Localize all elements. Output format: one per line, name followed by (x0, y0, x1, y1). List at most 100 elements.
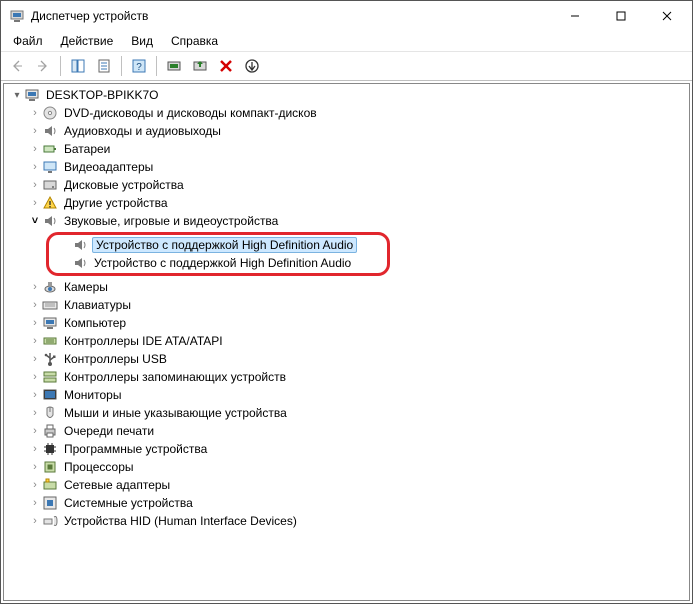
monitor-icon (42, 387, 58, 403)
tree-item-label: Сетевые адаптеры (62, 478, 172, 492)
tree-item[interactable]: › Аудиовходы и аудиовыходы (4, 122, 689, 140)
chevron-icon[interactable]: › (28, 299, 42, 311)
chevron-icon[interactable]: › (28, 479, 42, 491)
tree-item-label: Мониторы (62, 388, 123, 402)
tree-item-label: Клавиатуры (62, 298, 133, 312)
tree-item-label: Процессоры (62, 460, 136, 474)
chevron-icon[interactable]: ˅ (28, 215, 42, 227)
camera-icon (42, 279, 58, 295)
minimize-button[interactable] (552, 1, 598, 31)
chevron-icon[interactable]: › (28, 107, 42, 119)
tree-item-label: Устройство с поддержкой High Definition … (92, 256, 353, 270)
chevron-icon[interactable]: › (28, 425, 42, 437)
tree-item[interactable]: › Контроллеры USB (4, 350, 689, 368)
tree-item[interactable]: ›Дисковые устройства (4, 176, 689, 194)
chevron-icon[interactable]: › (28, 407, 42, 419)
battery-icon (42, 141, 58, 157)
chevron-icon[interactable]: › (28, 515, 42, 527)
maximize-button[interactable] (598, 1, 644, 31)
display-icon (42, 159, 58, 175)
tree-item[interactable]: › Мониторы (4, 386, 689, 404)
tree-root[interactable]: ▾DESKTOP-BPIKK7O (4, 86, 689, 104)
menu-file[interactable]: Файл (5, 32, 51, 50)
tree-item[interactable]: › DVD-дисководы и дисководы компакт-диско… (4, 104, 689, 122)
speaker-icon (42, 213, 58, 229)
chevron-icon[interactable]: › (28, 143, 42, 155)
chevron-icon[interactable]: › (28, 371, 42, 383)
chevron-icon[interactable]: › (28, 335, 42, 347)
menubar: Файл Действие Вид Справка (1, 31, 692, 52)
properties-button[interactable] (92, 54, 116, 78)
window-title: Диспетчер устройств (31, 9, 552, 23)
titlebar: Диспетчер устройств (1, 1, 692, 31)
chevron-icon[interactable]: › (28, 317, 42, 329)
help-button[interactable]: ? (127, 54, 151, 78)
tree-item[interactable]: › Процессоры (4, 458, 689, 476)
chevron-icon[interactable]: › (28, 197, 42, 209)
device-tree[interactable]: ▾DESKTOP-BPIKK7O › DVD-дисководы и дисково… (3, 83, 690, 601)
chevron-icon[interactable]: › (28, 461, 42, 473)
menu-help[interactable]: Справка (163, 32, 226, 50)
expand-icon[interactable]: ▾ (10, 90, 24, 101)
tree-item[interactable]: ›Батареи (4, 140, 689, 158)
update-driver-button[interactable] (188, 54, 212, 78)
tree-item[interactable]: ›Программные устройства (4, 440, 689, 458)
tree-item[interactable]: ›Устройство с поддержкой High Definition… (53, 254, 383, 272)
tree-item[interactable]: › Контроллеры запоминающих устройств (4, 368, 689, 386)
chip-icon (42, 441, 58, 457)
tree-item-label: Устройство с поддержкой High Definition … (92, 237, 357, 253)
chevron-icon[interactable]: › (28, 497, 42, 509)
show-hide-tree-button[interactable] (66, 54, 90, 78)
tree-item-label: Камеры (62, 280, 110, 294)
tree-item[interactable]: › Компьютер (4, 314, 689, 332)
hid-icon (42, 513, 58, 529)
tree-item-label: DVD-дисководы и дисководы компакт-дисков (62, 106, 319, 120)
tree-item[interactable]: ›Мыши и иные указывающие устройства (4, 404, 689, 422)
tree-item-label: Системные устройства (62, 496, 195, 510)
device-manager-window: Диспетчер устройств Файл Действие Вид Сп… (0, 0, 693, 604)
chevron-icon[interactable]: › (28, 353, 42, 365)
chevron-icon[interactable]: › (28, 179, 42, 191)
tree-item[interactable]: › Камеры (4, 278, 689, 296)
back-button[interactable] (5, 54, 29, 78)
tree-item[interactable]: › Клавиатуры (4, 296, 689, 314)
tree-item-label: Аудиовходы и аудиовыходы (62, 124, 223, 138)
tree-item-label: Контроллеры запоминающих устройств (62, 370, 288, 384)
speaker-icon (72, 237, 88, 253)
mouse-icon (42, 405, 58, 421)
chevron-icon[interactable]: › (28, 281, 42, 293)
chevron-icon[interactable]: › (28, 125, 42, 137)
chevron-icon[interactable]: › (28, 443, 42, 455)
tree-item-label: Видеоадаптеры (62, 160, 155, 174)
tree-item[interactable]: ˅Звуковые, игровые и видеоустройства (4, 212, 689, 230)
tree-item[interactable]: ›Очереди печати (4, 422, 689, 440)
tree-item[interactable]: ›Устройство с поддержкой High Definition… (53, 236, 383, 254)
menu-view[interactable]: Вид (123, 32, 161, 50)
tree-item[interactable]: ›Контроллеры IDE ATA/ATAPI (4, 332, 689, 350)
tree-item[interactable]: › Системные устройства (4, 494, 689, 512)
chevron-icon[interactable]: › (28, 389, 42, 401)
menu-action[interactable]: Действие (53, 32, 122, 50)
uninstall-button[interactable] (214, 54, 238, 78)
highlighted-devices: ›Устройство с поддержкой High Definition… (46, 232, 390, 276)
disable-button[interactable] (240, 54, 264, 78)
tree-item-label: Устройства HID (Human Interface Devices) (62, 514, 299, 528)
tree-item[interactable]: › Сетевые адаптеры (4, 476, 689, 494)
computer-icon (42, 315, 58, 331)
tree-item-label: Компьютер (62, 316, 128, 330)
tree-item[interactable]: › Другие устройства (4, 194, 689, 212)
scan-button[interactable] (162, 54, 186, 78)
disc-icon (42, 105, 58, 121)
warn-icon (42, 195, 58, 211)
tree-item[interactable]: › Устройства HID (Human Interface Devices… (4, 512, 689, 530)
speaker-icon (72, 255, 88, 271)
app-icon (9, 8, 25, 24)
network-icon (42, 477, 58, 493)
close-button[interactable] (644, 1, 690, 31)
system-icon (42, 495, 58, 511)
tree-item-label: Другие устройства (62, 196, 170, 210)
tree-item-label: Контроллеры USB (62, 352, 169, 366)
forward-button[interactable] (31, 54, 55, 78)
tree-item[interactable]: › Видеоадаптеры (4, 158, 689, 176)
chevron-icon[interactable]: › (28, 161, 42, 173)
